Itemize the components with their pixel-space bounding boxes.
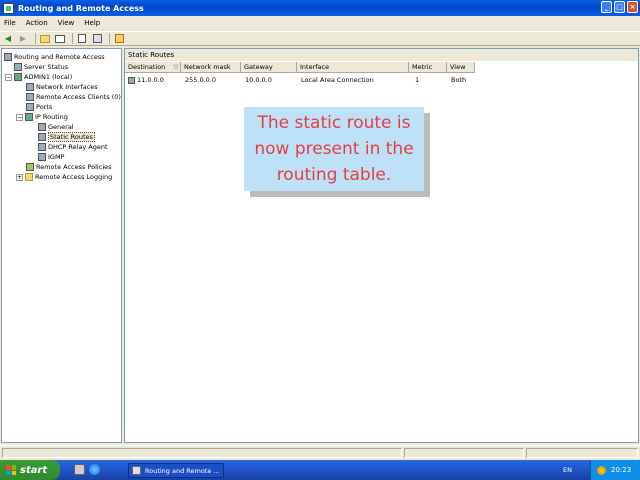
taskbar-item-routing[interactable]: Routing and Remote ... [128,463,224,478]
maximize-button[interactable]: □ [614,1,625,13]
cell-destination: 11.0.0.0 [125,75,181,85]
computer-icon [4,53,12,61]
pane-title: Static Routes [125,49,638,61]
app-icon [132,466,141,475]
status-bar [0,445,640,459]
export-icon[interactable] [76,33,88,44]
tree-item-server[interactable]: − ADMIN1 (local) [5,72,72,82]
cell-interface: Local Area Connection [301,76,374,84]
ports-icon [26,103,34,111]
cell-view: Both [451,76,467,84]
menu-file[interactable]: File [4,19,16,27]
expand-icon[interactable]: + [16,173,23,181]
route-icon [128,76,135,84]
cell-metric: 1 [415,76,420,84]
close-button[interactable]: × [627,1,638,13]
tree-item-root[interactable]: Routing and Remote Access [4,52,105,62]
help-icon[interactable] [113,33,125,44]
console-tree[interactable]: Routing and Remote Access Server Status … [1,48,122,443]
column-destination[interactable]: Destination ▽ [125,62,181,73]
network-interfaces-icon [26,83,34,91]
tree-item-remote-access-policies[interactable]: Remote Access Policies [26,162,112,172]
tree-item-ports[interactable]: Ports [26,102,52,112]
language-indicator[interactable]: EN [563,466,572,474]
tree-item-static-routes[interactable]: Static Routes [38,132,95,142]
tree-item-ip-routing[interactable]: − IP Routing [16,112,68,122]
cell-gateway: 10.0.0.0 [245,76,272,84]
collapse-icon[interactable]: − [16,113,23,121]
back-icon[interactable]: ◀ [2,33,14,44]
toolbar: ◀ ▶ [0,31,640,46]
ip-routing-icon [25,113,33,121]
taskbar: start Routing and Remote ... EN 20:23 [0,460,640,480]
show-desktop-icon[interactable] [74,464,85,475]
tree-item-remote-access-logging[interactable]: + Remote Access Logging [16,172,112,182]
igmp-icon [38,153,46,161]
dhcp-relay-icon [38,143,46,151]
title-bar[interactable]: Routing and Remote Access _ □ × [0,0,640,16]
policies-icon [26,163,34,171]
clients-icon [26,93,34,101]
server-status-icon [14,63,22,71]
app-icon[interactable] [3,2,14,14]
window-title: Routing and Remote Access [18,3,144,13]
properties-icon[interactable] [91,33,103,44]
menu-help[interactable]: Help [84,19,100,27]
menu-bar: File Action View Help [0,16,640,30]
menu-view[interactable]: View [58,19,75,27]
column-network-mask[interactable]: Network mask [181,62,241,73]
column-metric[interactable]: Metric [409,62,447,73]
column-interface[interactable]: Interface [297,62,409,73]
internet-explorer-icon[interactable] [89,464,100,475]
column-gateway[interactable]: Gateway [241,62,297,73]
clock[interactable]: 20:23 [611,466,631,474]
show-hide-tree-icon[interactable] [54,33,66,44]
tree-item-remote-access-clients[interactable]: Remote Access Clients (0) [26,92,121,102]
status-cell [526,448,638,458]
callout-text: The static route is now present in the r… [254,113,414,185]
start-button[interactable]: start [0,460,60,480]
toolbar-separator [72,33,73,44]
up-folder-icon[interactable] [39,33,51,44]
tree-item-general[interactable]: General [38,122,74,132]
cell-network-mask: 255.0.0.0 [185,76,217,84]
collapse-icon[interactable]: − [5,73,12,81]
window-controls: _ □ × [601,1,638,13]
status-cell [404,448,524,458]
tree-item-server-status[interactable]: Server Status [14,62,68,72]
minimize-button[interactable]: _ [601,1,612,13]
forward-icon[interactable]: ▶ [17,33,29,44]
static-routes-icon [38,133,46,141]
menu-action[interactable]: Action [26,19,48,27]
server-icon [14,73,22,81]
tree-item-igmp[interactable]: IGMP [38,152,64,162]
status-cell [2,448,402,458]
tray-network-icon[interactable] [597,465,606,475]
column-view[interactable]: View [447,62,475,73]
tree-item-network-interfaces[interactable]: Network Interfaces [26,82,98,92]
toolbar-separator [35,33,36,44]
system-tray: 20:23 [590,460,640,480]
general-icon [38,123,46,131]
tree-item-dhcp-relay[interactable]: DHCP Relay Agent [38,142,108,152]
toolbar-separator [109,33,110,44]
sort-indicator-icon: ▽ [173,63,179,71]
windows-logo-icon [6,465,16,475]
annotation-callout: The static route is now present in the r… [244,107,424,191]
folder-icon [25,173,33,181]
